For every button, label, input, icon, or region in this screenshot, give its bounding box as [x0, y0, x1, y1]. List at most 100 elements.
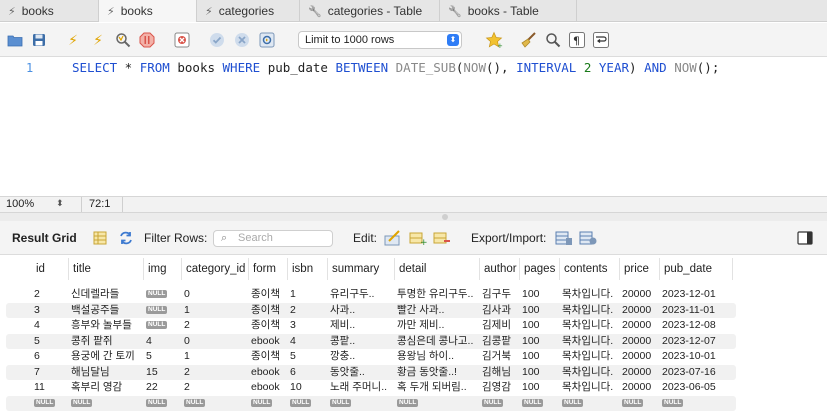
cell-img[interactable]: NULL: [144, 303, 182, 318]
cell-author[interactable]: 김콩팥: [480, 334, 520, 349]
cell-pub_date[interactable]: 2023-10-01: [660, 349, 733, 364]
cell-summary[interactable]: NULL: [328, 396, 395, 411]
result-grid[interactable]: id title img category_id form isbn summary deta…: [0, 258, 827, 411]
cell-pages[interactable]: 100: [520, 287, 560, 302]
cell-form[interactable]: 종이책: [249, 303, 288, 318]
sql-editor[interactable]: 1 SELECT * FROM books WHERE pub_date BET…: [0, 57, 827, 196]
cell-summary[interactable]: 콩팥..: [328, 334, 395, 349]
column-header-id[interactable]: id: [32, 258, 69, 280]
cell-author[interactable]: 김영감: [480, 380, 520, 395]
cell-summary[interactable]: 동앗줄..: [328, 365, 395, 380]
column-header-category_id[interactable]: category_id: [182, 258, 249, 280]
cell-pub_date[interactable]: 2023-11-01: [660, 303, 733, 318]
rollback-icon[interactable]: [233, 31, 251, 49]
cell-category_id[interactable]: 2: [182, 318, 249, 333]
cell-author[interactable]: 김거북: [480, 349, 520, 364]
cell-pub_date[interactable]: NULL: [660, 396, 733, 411]
cell-pub_date[interactable]: 2023-07-16: [660, 365, 733, 380]
cell-pages[interactable]: 100: [520, 303, 560, 318]
cell-category_id[interactable]: 2: [182, 365, 249, 380]
cell-isbn[interactable]: 10: [288, 380, 328, 395]
cell-contents[interactable]: 목차입니다.: [560, 334, 620, 349]
cell-category_id[interactable]: 1: [182, 349, 249, 364]
cell-contents[interactable]: 목차입니다.: [560, 318, 620, 333]
delete-row-icon[interactable]: [433, 229, 451, 247]
column-header-author[interactable]: author: [480, 258, 520, 280]
cell-id[interactable]: NULL: [32, 396, 69, 411]
cell-pages[interactable]: NULL: [520, 396, 560, 411]
filter-rows-input[interactable]: ⌕ Search: [213, 230, 333, 247]
cell-form[interactable]: 종이책: [249, 318, 288, 333]
cell-contents[interactable]: 목차입니다.: [560, 303, 620, 318]
sql-code-line[interactable]: SELECT * FROM books WHERE pub_date BETWE…: [72, 60, 719, 75]
save-icon[interactable]: [30, 31, 48, 49]
cell-id[interactable]: 2: [32, 287, 69, 302]
column-header-form[interactable]: form: [249, 258, 288, 280]
cell-summary[interactable]: 깡충..: [328, 349, 395, 364]
pane-splitter[interactable]: [0, 213, 827, 221]
cell-pub_date[interactable]: 2023-06-05: [660, 380, 733, 395]
cell-detail[interactable]: 까만 제비..: [395, 318, 480, 333]
find-magnifier-icon[interactable]: [544, 31, 562, 49]
column-header-summary[interactable]: summary: [328, 258, 395, 280]
commit-icon[interactable]: [208, 31, 226, 49]
cell-title[interactable]: 흥부와 놀부들: [69, 318, 144, 333]
cell-contents[interactable]: 목차입니다.: [560, 349, 620, 364]
open-folder-icon[interactable]: [6, 31, 24, 49]
cell-price[interactable]: 20000: [620, 380, 660, 395]
column-header-pages[interactable]: pages: [520, 258, 560, 280]
cell-img[interactable]: NULL: [144, 287, 182, 302]
cell-category_id[interactable]: 0: [182, 287, 249, 302]
cell-author[interactable]: NULL: [480, 396, 520, 411]
cell-pub_date[interactable]: 2023-12-08: [660, 318, 733, 333]
tab-0[interactable]: ⚡ books: [0, 0, 99, 22]
cell-detail[interactable]: NULL: [395, 396, 480, 411]
grid-view-icon[interactable]: [91, 229, 109, 247]
column-header-title[interactable]: title: [69, 258, 144, 280]
cell-img[interactable]: NULL: [144, 396, 182, 411]
cell-title[interactable]: 콩쥐 팥쥐: [69, 334, 144, 349]
cell-pages[interactable]: 100: [520, 365, 560, 380]
cell-img[interactable]: NULL: [144, 318, 182, 333]
zoom-stepper-icon[interactable]: ⬍: [56, 198, 64, 209]
toggle-side-panel-icon[interactable]: [796, 229, 814, 247]
cell-detail[interactable]: 황금 동앗줄..!: [395, 365, 480, 380]
beautify-broom-icon[interactable]: [520, 31, 538, 49]
cell-isbn[interactable]: 1: [288, 287, 328, 302]
cell-pages[interactable]: 100: [520, 349, 560, 364]
cell-pages[interactable]: 100: [520, 318, 560, 333]
add-row-icon[interactable]: +: [409, 229, 427, 247]
cell-title[interactable]: 용궁에 간 토끼: [69, 349, 144, 364]
refresh-icon[interactable]: [117, 229, 135, 247]
cell-author[interactable]: 김사과: [480, 303, 520, 318]
cell-form[interactable]: NULL: [249, 396, 288, 411]
cell-summary[interactable]: 제비..: [328, 318, 395, 333]
cell-contents[interactable]: 목차입니다.: [560, 365, 620, 380]
explain-icon[interactable]: [114, 31, 132, 49]
cell-isbn[interactable]: 5: [288, 349, 328, 364]
splitter-grip[interactable]: [442, 214, 448, 220]
cell-category_id[interactable]: 1: [182, 303, 249, 318]
cell-pages[interactable]: 100: [520, 334, 560, 349]
cell-summary[interactable]: 사과..: [328, 303, 395, 318]
cell-category_id[interactable]: NULL: [182, 396, 249, 411]
cell-isbn[interactable]: 3: [288, 318, 328, 333]
autocommit-toggle-icon[interactable]: [258, 31, 276, 49]
edit-row-icon[interactable]: [384, 229, 402, 247]
cell-id[interactable]: 7: [32, 365, 69, 380]
cell-detail[interactable]: 용왕님 하이..: [395, 349, 480, 364]
cell-title[interactable]: 신데렐라들: [69, 287, 144, 302]
import-icon[interactable]: [579, 229, 597, 247]
cell-form[interactable]: 종이책: [249, 349, 288, 364]
cell-contents[interactable]: 목차입니다.: [560, 287, 620, 302]
cell-id[interactable]: 6: [32, 349, 69, 364]
stop-icon[interactable]: [138, 31, 156, 49]
column-header-price[interactable]: price: [620, 258, 660, 280]
export-icon[interactable]: [555, 229, 573, 247]
cell-isbn[interactable]: NULL: [288, 396, 328, 411]
word-wrap-icon[interactable]: [592, 31, 610, 49]
cell-form[interactable]: ebook: [249, 334, 288, 349]
cell-isbn[interactable]: 6: [288, 365, 328, 380]
cell-detail[interactable]: 혹 두개 되버림..: [395, 380, 480, 395]
column-header-isbn[interactable]: isbn: [288, 258, 328, 280]
